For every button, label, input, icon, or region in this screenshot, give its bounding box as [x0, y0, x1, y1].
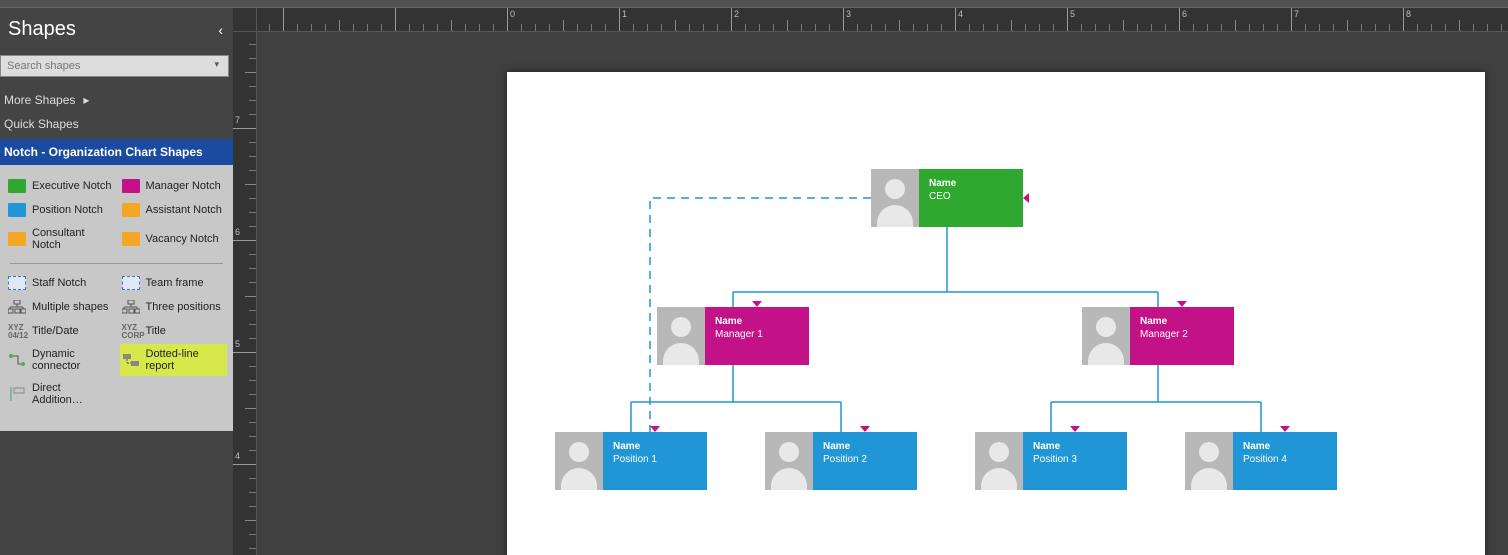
dotted-icon — [122, 353, 140, 367]
shape-label: Staff Notch — [32, 277, 86, 289]
notch-orange-icon — [8, 232, 26, 246]
shapes-title: Shapes — [8, 18, 76, 41]
shape-item[interactable]: Position Notch — [6, 199, 114, 221]
shape-item[interactable]: XYZCORP Title — [120, 320, 228, 342]
collapse-panel-icon[interactable]: ‹ — [218, 22, 223, 38]
card-title: Position 4 — [1243, 453, 1327, 466]
card-name: Name — [715, 315, 799, 328]
xyz-date-icon: XYZ04/12 — [8, 324, 26, 338]
shape-label: Vacancy Notch — [146, 233, 219, 245]
shape-label: Executive Notch — [32, 180, 111, 192]
shape-item[interactable]: Manager Notch — [120, 175, 228, 197]
card-name: Name — [1033, 440, 1117, 453]
app-top-divider — [0, 0, 1508, 8]
notch-icon — [1070, 426, 1080, 432]
card-name: Name — [1243, 440, 1327, 453]
multi-icon — [8, 300, 26, 314]
stencil-body: Executive Notch Manager Notch Position Not… — [0, 165, 233, 431]
card-name: Name — [613, 440, 697, 453]
card-title: Position 2 — [823, 453, 907, 466]
page[interactable]: Name CEO Name Manager 1 — [507, 72, 1485, 555]
org-card-manager[interactable]: Name Manager 2 — [1082, 307, 1234, 365]
org-card-ceo[interactable]: Name CEO — [871, 169, 1023, 227]
notch-outline-icon — [122, 276, 140, 290]
shape-label: Manager Notch — [146, 180, 221, 192]
direct-icon — [8, 387, 26, 401]
three-icon — [122, 300, 140, 314]
search-input[interactable] — [0, 55, 229, 77]
card-title: Manager 1 — [715, 328, 799, 341]
org-card-position[interactable]: Name Position 1 — [555, 432, 707, 490]
notch-green-icon — [8, 179, 26, 193]
notch-icon — [1023, 193, 1029, 203]
ruler-corner — [233, 8, 257, 32]
shape-item[interactable]: Executive Notch — [6, 175, 114, 197]
org-card-manager[interactable]: Name Manager 1 — [657, 307, 809, 365]
avatar-icon — [765, 432, 813, 490]
shape-label: Consultant Notch — [32, 227, 112, 251]
stencil-header[interactable]: Notch - Organization Chart Shapes — [0, 139, 233, 165]
shape-label: Title/Date — [32, 325, 79, 337]
shape-item[interactable]: Consultant Notch — [6, 223, 114, 255]
shape-label: Multiple shapes — [32, 301, 108, 313]
notch-magenta-icon — [122, 179, 140, 193]
card-title: CEO — [929, 190, 1013, 203]
shape-item[interactable]: Dotted-line report — [120, 344, 228, 376]
shape-item[interactable]: Multiple shapes — [6, 296, 114, 318]
notch-icon — [752, 301, 762, 307]
avatar-icon — [1185, 432, 1233, 490]
org-card-position[interactable]: Name Position 3 — [975, 432, 1127, 490]
xyz-corp-icon: XYZCORP — [122, 324, 140, 338]
shape-item[interactable]: Vacancy Notch — [120, 223, 228, 255]
notch-outline-icon — [8, 276, 26, 290]
card-title: Position 3 — [1033, 453, 1117, 466]
shape-label: Title — [146, 325, 166, 337]
card-name: Name — [929, 177, 1013, 190]
org-chart: Name CEO Name Manager 1 — [507, 72, 1485, 555]
shape-label: Dynamic connector — [32, 348, 112, 372]
notch-blue-icon — [8, 203, 26, 217]
notch-icon — [1280, 426, 1290, 432]
more-shapes-link[interactable]: More Shapes ▸ — [0, 89, 233, 113]
shape-label: Position Notch — [32, 204, 103, 216]
shape-item[interactable]: Staff Notch — [6, 272, 114, 294]
avatar-icon — [871, 169, 919, 227]
more-shapes-label: More Shapes — [4, 93, 75, 107]
shape-label: Direct Addition… — [32, 382, 112, 406]
avatar-icon — [1082, 307, 1130, 365]
quick-shapes-link[interactable]: Quick Shapes — [0, 113, 233, 139]
notch-orange-icon — [122, 203, 140, 217]
shapes-panel: Shapes ‹ ▾ More Shapes ▸ Quick Shapes No… — [0, 8, 233, 555]
shape-label: Team frame — [146, 277, 204, 289]
shape-item[interactable]: Team frame — [120, 272, 228, 294]
avatar-icon — [555, 432, 603, 490]
dyn-icon — [8, 353, 26, 367]
org-card-position[interactable]: Name Position 4 — [1185, 432, 1337, 490]
ruler-vertical[interactable]: 876543 — [233, 32, 257, 555]
shape-item[interactable]: Dynamic connector — [6, 344, 114, 376]
card-name: Name — [823, 440, 907, 453]
ruler-horizontal[interactable]: 01234567891011 — [257, 8, 1508, 32]
shape-label: Three positions — [146, 301, 221, 313]
viewport[interactable]: Name CEO Name Manager 1 — [257, 32, 1508, 555]
shape-item[interactable]: Three positions — [120, 296, 228, 318]
canvas-area: 01234567891011 876543 — [233, 8, 1508, 555]
notch-icon — [650, 426, 660, 432]
chevron-right-icon: ▸ — [83, 93, 89, 107]
shape-item[interactable]: Assistant Notch — [120, 199, 228, 221]
search-dropdown-icon[interactable]: ▾ — [214, 59, 219, 70]
shape-item[interactable]: XYZ04/12 Title/Date — [6, 320, 114, 342]
notch-icon — [860, 426, 870, 432]
notch-icon — [1177, 301, 1187, 307]
shape-item[interactable]: Direct Addition… — [6, 378, 114, 410]
card-name: Name — [1140, 315, 1224, 328]
avatar-icon — [975, 432, 1023, 490]
avatar-icon — [657, 307, 705, 365]
shape-label: Dotted-line report — [146, 348, 226, 372]
notch-orange-icon — [122, 232, 140, 246]
card-title: Manager 2 — [1140, 328, 1224, 341]
card-title: Position 1 — [613, 453, 697, 466]
shape-label: Assistant Notch — [146, 204, 222, 216]
org-card-position[interactable]: Name Position 2 — [765, 432, 917, 490]
